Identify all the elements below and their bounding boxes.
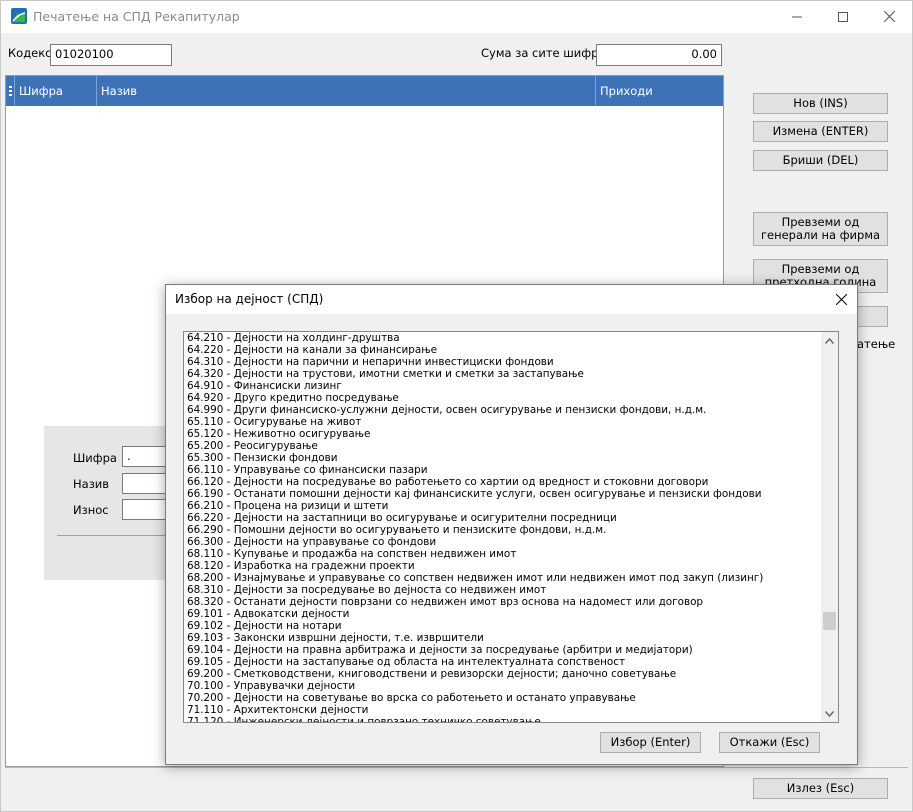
edit-panel: Шифра . Назив Износ — [44, 426, 182, 580]
take-from-general-button[interactable]: Превземи од генерали на фирма — [753, 212, 888, 246]
chevron-up-icon — [825, 337, 834, 344]
activity-list: 64.210 - Дејности на холдинг-друштва 64.2… — [187, 332, 817, 722]
dialog-title: Избор на дејност (СПД) — [175, 292, 324, 306]
iznos-label: Износ — [73, 503, 109, 517]
list-item[interactable]: 68.120 - Изработка на градежни проекти — [187, 560, 817, 572]
dialog-titlebar: Избор на дејност (СПД) — [166, 285, 857, 314]
close-icon — [835, 294, 847, 305]
app-logo-icon — [11, 8, 27, 24]
partial-side-label: атење — [857, 337, 896, 351]
close-icon — [883, 11, 895, 22]
list-item[interactable]: 69.104 - Дејности на правна арбитража и … — [187, 644, 817, 656]
kodeks-label: Кодекс — [8, 46, 52, 60]
new-button[interactable]: Нов (INS) — [753, 93, 888, 114]
list-item[interactable]: 66.290 - Помошни дејности во осигурување… — [187, 524, 817, 536]
minimize-icon — [792, 16, 802, 17]
maximize-button[interactable] — [820, 0, 866, 33]
list-item[interactable]: 64.210 - Дејности на холдинг-друштва — [187, 332, 817, 344]
close-window-button[interactable] — [866, 0, 912, 33]
column-header-prihodi[interactable]: Приходи — [596, 76, 723, 106]
list-item[interactable]: 66.190 - Останати помошни дејности кај ф… — [187, 488, 817, 500]
list-item[interactable]: 64.920 - Друго кредитно посредување — [187, 392, 817, 404]
dialog-close-button[interactable] — [825, 285, 857, 314]
list-item[interactable]: 69.200 - Сметководствени, книговодствени… — [187, 668, 817, 680]
main-titlebar: Печатење на СПД Рекапитулар — [0, 0, 913, 33]
sum-field: 0.00 — [596, 44, 722, 66]
list-item[interactable]: 71.110 - Архитектонски дејности — [187, 704, 817, 716]
scroll-up-button[interactable] — [821, 332, 838, 349]
scroll-thumb[interactable] — [823, 612, 836, 630]
list-item[interactable]: 64.220 - Дејности на канали за финансира… — [187, 344, 817, 356]
minimize-button[interactable] — [774, 0, 820, 33]
sifra-label: Шифра — [73, 451, 117, 465]
list-item[interactable]: 70.200 - Дејности на советување во врска… — [187, 692, 817, 704]
listbox-scrollbar[interactable] — [821, 332, 838, 722]
maximize-icon — [838, 11, 848, 22]
edit-button[interactable]: Измена (ENTER) — [753, 121, 888, 142]
list-item[interactable]: 68.320 - Останати дејности поврзани со н… — [187, 596, 817, 608]
list-item[interactable]: 65.120 - Неживотно осигурување — [187, 428, 817, 440]
list-item[interactable]: 68.200 - Изнајмување и управување со соп… — [187, 572, 817, 584]
edit-panel-divider — [57, 535, 174, 536]
list-item[interactable]: 66.220 - Дејности на застапници во осигу… — [187, 512, 817, 524]
activity-selection-dialog: Избор на дејност (СПД) 64.210 - Дејности… — [165, 284, 858, 765]
kodeks-input[interactable]: 01020100 — [50, 44, 172, 66]
list-item[interactable]: 65.110 - Осигурување на живот — [187, 416, 817, 428]
cancel-button[interactable]: Откажи (Esc) — [719, 732, 820, 753]
exit-button[interactable]: Излез (Esc) — [753, 778, 888, 799]
list-item[interactable]: 69.101 - Адвокатски дејности — [187, 608, 817, 620]
list-item[interactable]: 65.200 - Реосигурување — [187, 440, 817, 452]
activity-listbox[interactable]: 64.210 - Дејности на холдинг-друштва 64.2… — [183, 331, 839, 723]
list-item[interactable]: 70.100 - Управувачки дејности — [187, 680, 817, 692]
list-item[interactable]: 69.103 - Законски извршни дејности, т.е.… — [187, 632, 817, 644]
naziv-label: Назив — [73, 477, 110, 491]
scroll-down-button[interactable] — [821, 705, 838, 722]
select-button[interactable]: Избор (Enter) — [600, 732, 701, 753]
footer-divider — [5, 767, 908, 768]
list-item[interactable]: 64.310 - Дејности на парични и непарични… — [187, 356, 817, 368]
column-chooser-icon — [9, 86, 12, 96]
list-item[interactable]: 66.120 - Дејности на посредување во рабо… — [187, 476, 817, 488]
list-item[interactable]: 68.310 - Дејности за посредување во дејн… — [187, 584, 817, 596]
list-item[interactable]: 64.320 - Дејности на трустови, имотни см… — [187, 368, 817, 380]
window-title: Печатење на СПД Рекапитулар — [33, 9, 240, 24]
grid-header: Шифра Назив Приходи — [6, 76, 723, 106]
chevron-down-icon — [825, 710, 834, 717]
column-header-sifra[interactable]: Шифра — [15, 76, 97, 106]
list-item[interactable]: 64.910 - Финансиски лизинг — [187, 380, 817, 392]
list-item[interactable]: 66.110 - Управување со финансиски пазари — [187, 464, 817, 476]
list-item[interactable]: 66.210 - Процена на ризици и штети — [187, 500, 817, 512]
list-item[interactable]: 64.990 - Други финансиско-услужни дејнос… — [187, 404, 817, 416]
list-item[interactable]: 66.300 - Дејности на управување со фондо… — [187, 536, 817, 548]
list-item[interactable]: 69.105 - Дејности на застапување од обла… — [187, 656, 817, 668]
grid-row-selector-header[interactable] — [6, 76, 15, 106]
column-header-naziv[interactable]: Назив — [97, 76, 596, 106]
list-item[interactable]: 71.120 - Инженерски дејности и поврзано … — [187, 716, 817, 722]
list-item[interactable]: 65.300 - Пензиски фондови — [187, 452, 817, 464]
list-item[interactable]: 68.110 - Купување и продажба на сопствен… — [187, 548, 817, 560]
sum-label: Сума за сите шифри — [481, 46, 606, 60]
delete-button[interactable]: Бриши (DEL) — [753, 150, 888, 171]
list-item[interactable]: 69.102 - Дејности на нотари — [187, 620, 817, 632]
